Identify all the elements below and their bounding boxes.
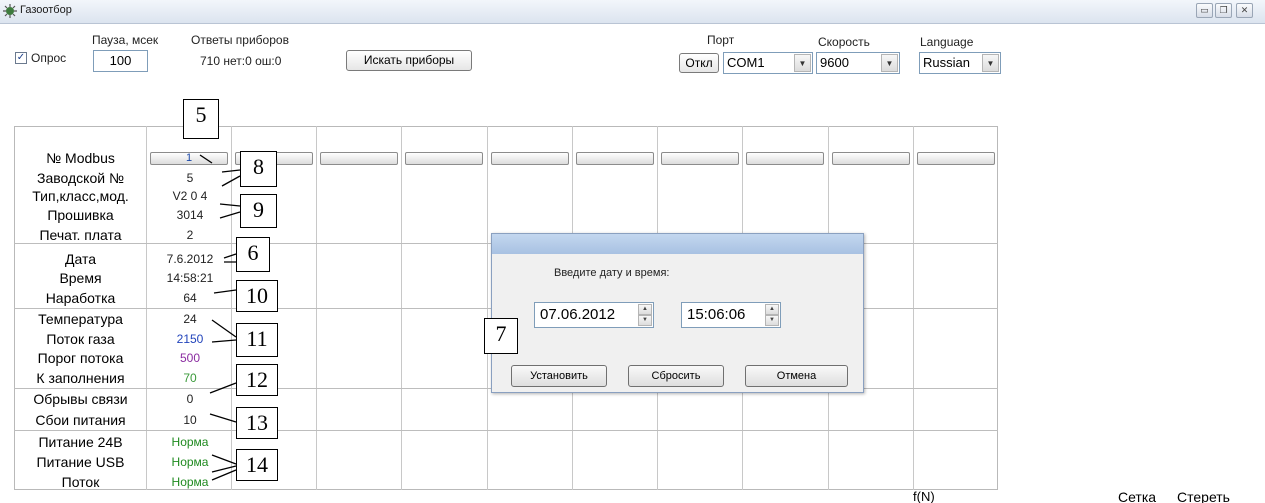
- time-up-icon[interactable]: ▲: [765, 304, 779, 315]
- cancel-button[interactable]: Отмена: [745, 365, 848, 387]
- reset-button[interactable]: Сбросить: [628, 365, 724, 387]
- datetime-dialog: Введите дату и время: 07.06.2012 ▲ ▼ 15:…: [491, 233, 864, 393]
- set-button[interactable]: Установить: [511, 365, 607, 387]
- fn-label: f(N): [913, 489, 935, 503]
- date-down-icon[interactable]: ▼: [638, 315, 652, 326]
- time-down-icon[interactable]: ▼: [765, 315, 779, 326]
- callout-8: 8: [240, 151, 277, 187]
- time-input[interactable]: 15:06:06 ▲ ▼: [681, 302, 781, 328]
- dialog-title-bar: [492, 234, 863, 254]
- time-value: 15:06:06: [687, 306, 746, 323]
- date-value: 07.06.2012: [540, 306, 616, 323]
- callout-5: 5: [183, 99, 219, 139]
- callout-6: 6: [236, 237, 270, 272]
- grid-toggle[interactable]: Сетка: [1118, 489, 1156, 503]
- callout-13: 13: [236, 407, 278, 439]
- date-up-icon[interactable]: ▲: [638, 304, 652, 315]
- erase-button[interactable]: Стереть: [1177, 489, 1230, 503]
- callout-14: 14: [236, 449, 278, 481]
- dialog-prompt: Введите дату и время:: [554, 267, 670, 279]
- callout-12: 12: [236, 364, 278, 396]
- callout-9: 9: [240, 194, 277, 228]
- callout-11: 11: [236, 323, 278, 357]
- date-input[interactable]: 07.06.2012 ▲ ▼: [534, 302, 654, 328]
- callout-10: 10: [236, 280, 278, 312]
- callout-7: 7: [484, 318, 518, 354]
